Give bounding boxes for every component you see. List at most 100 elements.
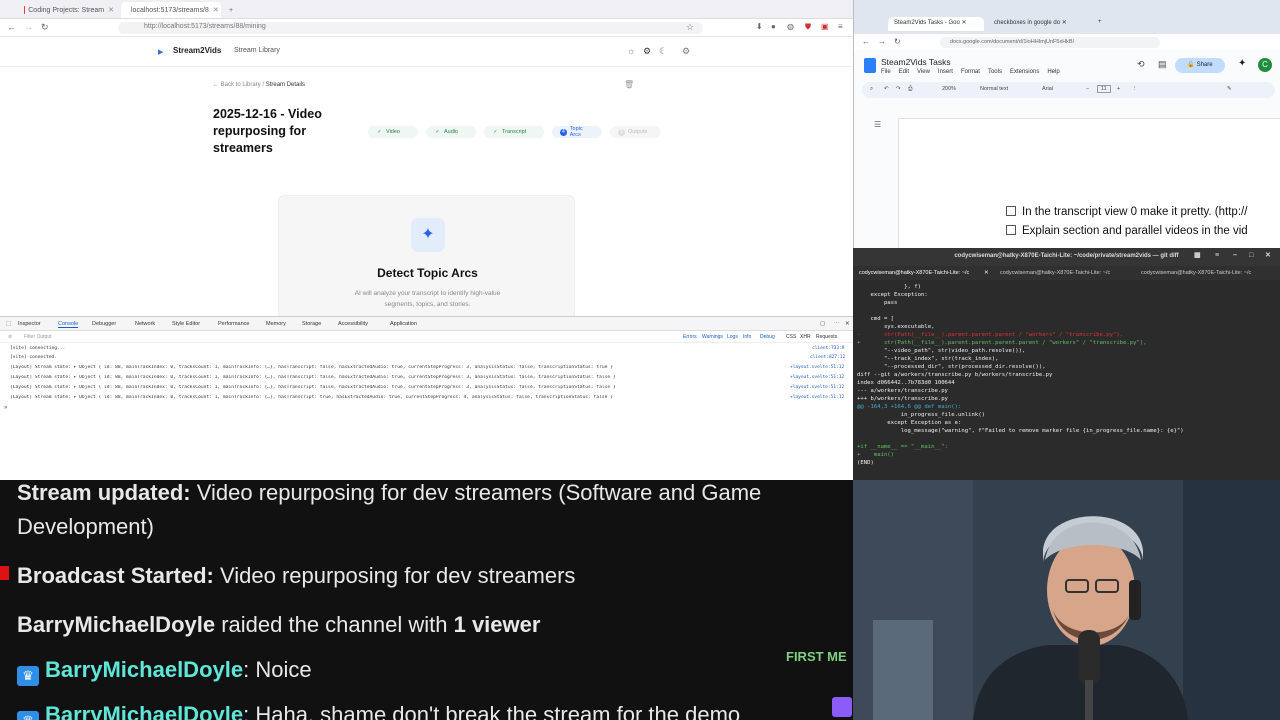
- font-size-decrease[interactable]: −: [1086, 86, 1089, 92]
- maximize-icon[interactable]: □: [1249, 248, 1253, 264]
- ublock-icon[interactable]: ⛊: [805, 22, 811, 32]
- menu-view[interactable]: View: [917, 69, 930, 75]
- font-select[interactable]: Arial: [1042, 86, 1053, 92]
- devtools-pick-icon[interactable]: ⬚: [6, 321, 11, 327]
- new-tab-button[interactable]: +: [1092, 17, 1108, 31]
- close-tab-icon[interactable]: ✕: [213, 6, 219, 14]
- close-icon[interactable]: ✕: [1265, 248, 1271, 264]
- reload-icon[interactable]: ↻: [894, 37, 901, 46]
- log-source-link[interactable]: client:827:12: [810, 355, 845, 360]
- log-source-link[interactable]: +layout.svelte:51:12: [790, 365, 844, 370]
- zoom-select[interactable]: 200%: [942, 86, 956, 92]
- menu-format[interactable]: Format: [961, 69, 980, 75]
- checkbox[interactable]: [1006, 225, 1016, 235]
- trash-icon[interactable]: ⊘: [8, 334, 12, 340]
- log-source-link[interactable]: client:733:9: [812, 346, 845, 351]
- gemini-icon[interactable]: ✦: [1238, 58, 1246, 69]
- back-icon[interactable]: ←: [862, 37, 870, 46]
- terminal-tab[interactable]: codycwiseman@hatky-X870E-Taichi-Lite: ~/…: [1141, 270, 1251, 276]
- step-topic-arcs[interactable]: 4 Topic Arcs: [552, 126, 602, 138]
- more-icon[interactable]: ⋯: [834, 321, 840, 327]
- terminal-tab[interactable]: codycwiseman@hatky-X870E-Taichi-Lite: ~/…: [859, 270, 969, 276]
- filter-logs[interactable]: Logs: [727, 334, 738, 340]
- log-source-link[interactable]: +layout.svelte:51:12: [790, 375, 844, 380]
- font-size-input[interactable]: 11: [1097, 85, 1111, 93]
- close-tab-icon[interactable]: ✕: [108, 6, 114, 14]
- devtools-tab-console[interactable]: Console: [58, 321, 79, 328]
- step-transcript[interactable]: ✓ Transcript: [484, 126, 544, 138]
- menu-icon[interactable]: ≡: [838, 22, 843, 31]
- comment-icon[interactable]: ▤: [1158, 59, 1167, 70]
- devtools-tab-storage[interactable]: Storage: [302, 321, 321, 327]
- extension-icon[interactable]: ▣: [821, 22, 829, 31]
- outline-icon[interactable]: ☰: [874, 120, 881, 129]
- filter-css[interactable]: CSS: [786, 334, 796, 340]
- forward-icon[interactable]: →: [878, 37, 886, 46]
- back-icon[interactable]: ←: [7, 22, 16, 32]
- more-icon[interactable]: ⋮: [1132, 86, 1138, 92]
- filter-info[interactable]: Info: [743, 334, 751, 340]
- redo-icon[interactable]: ↷: [896, 86, 901, 92]
- filter-errors[interactable]: Errors: [683, 334, 697, 340]
- document-title[interactable]: Steam2Vids Tasks: [881, 57, 951, 67]
- filter-debug[interactable]: Debug: [760, 334, 775, 340]
- avatar[interactable]: C: [1258, 58, 1272, 72]
- menu-tools[interactable]: Tools: [988, 69, 1002, 75]
- docs-url-bar[interactable]: docs.google.com/document/d/1ioHHImjUnF5x…: [940, 37, 1160, 48]
- devtools-tab-network[interactable]: Network: [135, 321, 155, 327]
- menu-insert[interactable]: Insert: [938, 69, 953, 75]
- trash-icon[interactable]: 🗑: [624, 80, 634, 89]
- gear-icon[interactable]: ⚙: [643, 46, 651, 57]
- browser-tab-checkboxes[interactable]: checkboxes in google do ✕: [988, 17, 1084, 31]
- grid-icon[interactable]: ▦: [1194, 248, 1201, 264]
- browser-tab-localhost[interactable]: localhost:5173/streams/8 ✕: [121, 2, 221, 18]
- edit-mode-icon[interactable]: ✎: [1227, 86, 1232, 92]
- bookmark-star-icon[interactable]: ☆: [686, 22, 694, 33]
- dock-icon[interactable]: ▢: [820, 321, 825, 327]
- history-icon[interactable]: ⟲: [1137, 59, 1145, 70]
- log-source-link[interactable]: +layout.svelte:51:12: [790, 395, 844, 400]
- browser-tab-coding-projects[interactable]: Coding Projects: Stream ✕: [18, 2, 120, 18]
- devtools-tab-style-editor[interactable]: Style Editor: [172, 321, 200, 327]
- filter-xhr[interactable]: XHR: [800, 334, 811, 340]
- devtools-tab-inspector[interactable]: Inspector: [18, 321, 41, 327]
- devtools-tab-memory[interactable]: Memory: [266, 321, 286, 327]
- filter-requests[interactable]: Requests: [816, 334, 837, 340]
- new-tab-button[interactable]: +: [223, 2, 237, 18]
- settings-icon[interactable]: ⚙: [682, 46, 690, 57]
- checkbox[interactable]: [1006, 206, 1016, 216]
- devtools-tab-debugger[interactable]: Debugger: [92, 321, 116, 327]
- download-icon[interactable]: ⬇: [756, 22, 763, 31]
- close-devtools-icon[interactable]: ✕: [845, 321, 850, 327]
- extension-icon[interactable]: ●: [771, 22, 776, 31]
- log-source-link[interactable]: +layout.svelte:51:12: [790, 385, 844, 390]
- sun-icon[interactable]: ☼: [627, 46, 635, 56]
- share-button[interactable]: 🔒 Share: [1175, 58, 1225, 73]
- nav-stream-library[interactable]: Stream Library: [234, 47, 280, 54]
- close-tab-icon[interactable]: ✕: [984, 270, 989, 276]
- browser-tab-steam2vids-tasks[interactable]: Steam2Vids Tasks - Goo ✕: [888, 17, 984, 31]
- app-brand[interactable]: Stream2Vids: [173, 46, 221, 55]
- devtools-tab-performance[interactable]: Performance: [218, 321, 250, 327]
- menu-edit[interactable]: Edit: [899, 69, 909, 75]
- step-video[interactable]: ✓ Video: [368, 126, 418, 138]
- filter-output-input[interactable]: Filter Output: [24, 334, 52, 340]
- menu-file[interactable]: File: [881, 69, 891, 75]
- font-size-increase[interactable]: +: [1117, 86, 1120, 92]
- undo-icon[interactable]: ↶: [884, 86, 889, 92]
- forward-icon[interactable]: →: [24, 22, 33, 32]
- docs-logo-icon[interactable]: [864, 58, 876, 73]
- menu-extensions[interactable]: Extensions: [1010, 69, 1039, 75]
- menu-icon[interactable]: ≡: [1215, 248, 1219, 264]
- print-icon[interactable]: ⎙: [908, 86, 912, 93]
- moon-icon[interactable]: ☾: [659, 46, 667, 57]
- terminal-tab[interactable]: codycwiseman@hatky-X870E-Taichi-Lite: ~/…: [1000, 270, 1110, 276]
- minimize-icon[interactable]: –: [1233, 248, 1237, 264]
- devtools-tab-application[interactable]: Application: [390, 321, 417, 327]
- extension-icon[interactable]: ◍: [787, 22, 794, 31]
- back-to-library-link[interactable]: ← Back to Library: [213, 82, 261, 88]
- url-bar[interactable]: http://localhost:5173/streams/88/mining: [118, 22, 703, 34]
- filter-warnings[interactable]: Warnings: [702, 334, 723, 340]
- console-prompt[interactable]: »: [4, 405, 7, 411]
- style-select[interactable]: Normal text: [980, 86, 1008, 92]
